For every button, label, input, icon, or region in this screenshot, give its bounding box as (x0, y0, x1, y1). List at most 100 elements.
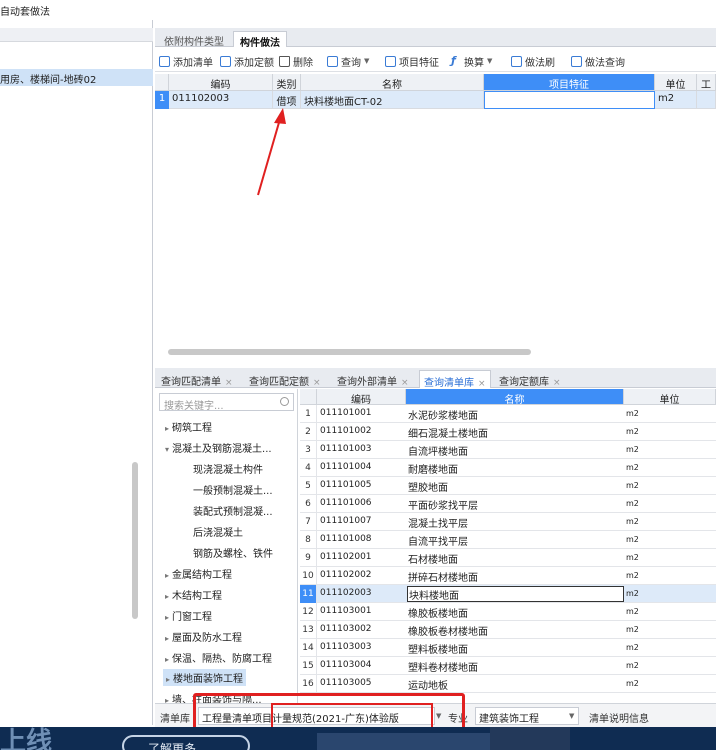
grid-header-extra: 工 (697, 74, 716, 91)
table-row[interactable]: 3 011101003 自流坪楼地面 m2 (300, 441, 716, 459)
table-row[interactable]: 1 011101001 水泥砂浆楼地面 m2 (300, 405, 716, 423)
table-row[interactable]: 4 011101004 耐磨楼地面 m2 (300, 459, 716, 477)
tree-item[interactable]: ▾ 混凝土及钢筋混凝土... (165, 440, 272, 455)
grid-cell-name[interactable]: 块料楼地面CT-02 (301, 91, 484, 109)
component-tree-item-selected[interactable]: 用房、楼梯间-地砖02 (0, 69, 153, 86)
row-name: 橡胶板卷材楼地面 (408, 627, 488, 638)
row-name: 塑料卷材楼地面 (408, 663, 478, 674)
add-list-icon (159, 55, 170, 67)
row-unit: m2 (626, 409, 639, 418)
row-name: 平面砂浆找平层 (408, 501, 478, 512)
row-code: 011102001 (320, 552, 372, 562)
tree-item[interactable]: 一般预制混凝土... (193, 482, 273, 497)
row-name: 细石混凝土楼地面 (408, 429, 488, 440)
tab-match-quota[interactable]: 查询匹配定额 × (245, 370, 325, 388)
row-name: 运动地板 (408, 681, 448, 692)
grid-cell-extra[interactable] (697, 91, 716, 109)
learn-more-button[interactable]: 了解更多 (122, 735, 250, 750)
table-row[interactable]: 14 011103003 塑料板楼地面 m2 (300, 639, 716, 657)
component-tree-panel (0, 20, 153, 725)
convert-button[interactable]: ƒ 换算 ▼ (451, 53, 492, 69)
tree-item[interactable]: ▸ 门窗工程 (165, 608, 212, 623)
table-row[interactable]: 6 011101006 平面砂浆找平层 m2 (300, 495, 716, 513)
row-unit: m2 (626, 643, 639, 652)
chevron-down-icon[interactable]: ▼ (569, 712, 574, 720)
table-row[interactable]: 5 011101005 塑胶地面 m2 (300, 477, 716, 495)
table-row[interactable]: 11 011102003 块料楼地面 m2 (300, 585, 716, 603)
list-library-table: 编码 名称 单位 1 011101001 水泥砂浆楼地面 m2 2 011101002 细石… (300, 389, 716, 703)
item-feature-button[interactable]: 项目特征 (385, 53, 439, 69)
row-number: 2 (300, 423, 317, 441)
query-button[interactable]: 查询 ▼ (327, 53, 369, 69)
list-library-select[interactable]: 工程量清单项目计量规范(2021-广东)体验版 (198, 707, 435, 725)
row-code: 011103001 (320, 606, 372, 616)
chevron-down-icon[interactable]: ▼ (436, 712, 441, 720)
row-number: 5 (300, 477, 317, 495)
tree-item-selected[interactable]: ▸ 楼地面装饰工程 (163, 669, 247, 686)
search-icon[interactable] (280, 397, 289, 406)
close-icon[interactable]: × (553, 378, 561, 388)
grid-cell-unit[interactable]: m2 (655, 91, 697, 109)
table-row[interactable]: 16 011103005 运动地板 m2 (300, 675, 716, 693)
table-row[interactable]: 13 011103002 橡胶板卷材楼地面 m2 (300, 621, 716, 639)
close-icon[interactable]: × (478, 379, 486, 389)
lib-header-name: 名称 (406, 389, 624, 406)
window-title: 自动套做法 (0, 0, 716, 20)
row-number: 12 (300, 603, 317, 621)
grid-header-code: 编码 (169, 74, 273, 91)
delete-button[interactable]: 删除 (279, 53, 313, 69)
close-icon[interactable]: × (401, 378, 409, 388)
row-name: 塑胶地面 (408, 483, 448, 494)
item-feature-icon (385, 55, 396, 67)
method-tabs: 依附构件类型 构件做法 (155, 28, 716, 49)
list-description-link[interactable]: 清单说明信息 (589, 710, 649, 725)
row-unit: m2 (626, 661, 639, 670)
add-quota-button[interactable]: 添加定额 (220, 53, 274, 69)
tab-list-library[interactable]: 查询清单库 × (419, 370, 491, 389)
tree-item[interactable]: ▸ 木结构工程 (165, 587, 222, 602)
tree-item[interactable]: ▸ 保温、隔热、防腐工程 (165, 650, 272, 665)
table-row[interactable]: 8 011101008 自流平找平层 m2 (300, 531, 716, 549)
grid-row-number[interactable]: 1 (155, 91, 169, 109)
table-row[interactable]: 15 011103004 塑料卷材楼地面 m2 (300, 657, 716, 675)
table-row[interactable]: 2 011101002 细石混凝土楼地面 m2 (300, 423, 716, 441)
tab-attached-type[interactable]: 依附构件类型 (158, 31, 230, 48)
close-icon[interactable]: × (225, 378, 233, 388)
fx-icon: ƒ (451, 53, 456, 67)
horizontal-scrollbar[interactable] (168, 349, 531, 355)
row-unit: m2 (626, 571, 639, 580)
table-row[interactable]: 9 011102001 石材楼地面 m2 (300, 549, 716, 567)
table-row[interactable]: 7 011101007 混凝土找平层 m2 (300, 513, 716, 531)
row-code: 011103003 (320, 642, 372, 652)
tab-quota-library[interactable]: 查询定额库 × (495, 370, 565, 388)
tree-item[interactable]: 后浇混凝土 (193, 524, 243, 539)
method-query-button[interactable]: 做法查询 (571, 53, 625, 69)
tree-item[interactable]: 现浇混凝土构件 (193, 461, 263, 476)
ad-banner[interactable]: 上线 了解更多 (0, 727, 716, 750)
row-unit: m2 (626, 679, 639, 688)
tab-component-method[interactable]: 构件做法 (233, 31, 287, 49)
table-row[interactable]: 10 011102002 拼碎石材楼地面 m2 (300, 567, 716, 585)
close-icon[interactable]: × (313, 378, 321, 388)
tree-item[interactable]: ▸ 金属结构工程 (165, 566, 232, 581)
search-input[interactable]: 搜索关键字... (159, 393, 294, 412)
table-row[interactable]: 12 011103001 橡胶板楼地面 m2 (300, 603, 716, 621)
major-select[interactable]: 建筑装饰工程 (475, 707, 579, 725)
method-brush-button[interactable]: 做法刷 (511, 53, 555, 69)
category-tree: 搜索关键字... ▸ 砌筑工程 ▾ 混凝土及钢筋混凝土... 现浇混凝土构件 一般预… (155, 389, 298, 706)
tree-scrollbar[interactable] (132, 462, 138, 619)
row-code: 011103004 (320, 660, 372, 670)
row-unit: m2 (626, 481, 639, 490)
banner-image (490, 727, 570, 750)
grid-cell-feature[interactable] (484, 91, 655, 109)
tab-external-list[interactable]: 查询外部清单 × (333, 370, 413, 388)
row-number: 7 (300, 513, 317, 531)
tree-item[interactable]: ▸ 屋面及防水工程 (165, 629, 242, 644)
tree-item[interactable]: 装配式预制混凝... (193, 503, 273, 518)
row-unit: m2 (626, 535, 639, 544)
tab-match-list[interactable]: 查询匹配清单 × (157, 370, 237, 388)
grid-header-unit: 单位 (655, 74, 697, 91)
tree-item[interactable]: 钢筋及螺栓、铁件 (193, 545, 273, 560)
add-list-button[interactable]: 添加清单 (159, 53, 213, 69)
tree-item[interactable]: ▸ 砌筑工程 (165, 419, 212, 434)
